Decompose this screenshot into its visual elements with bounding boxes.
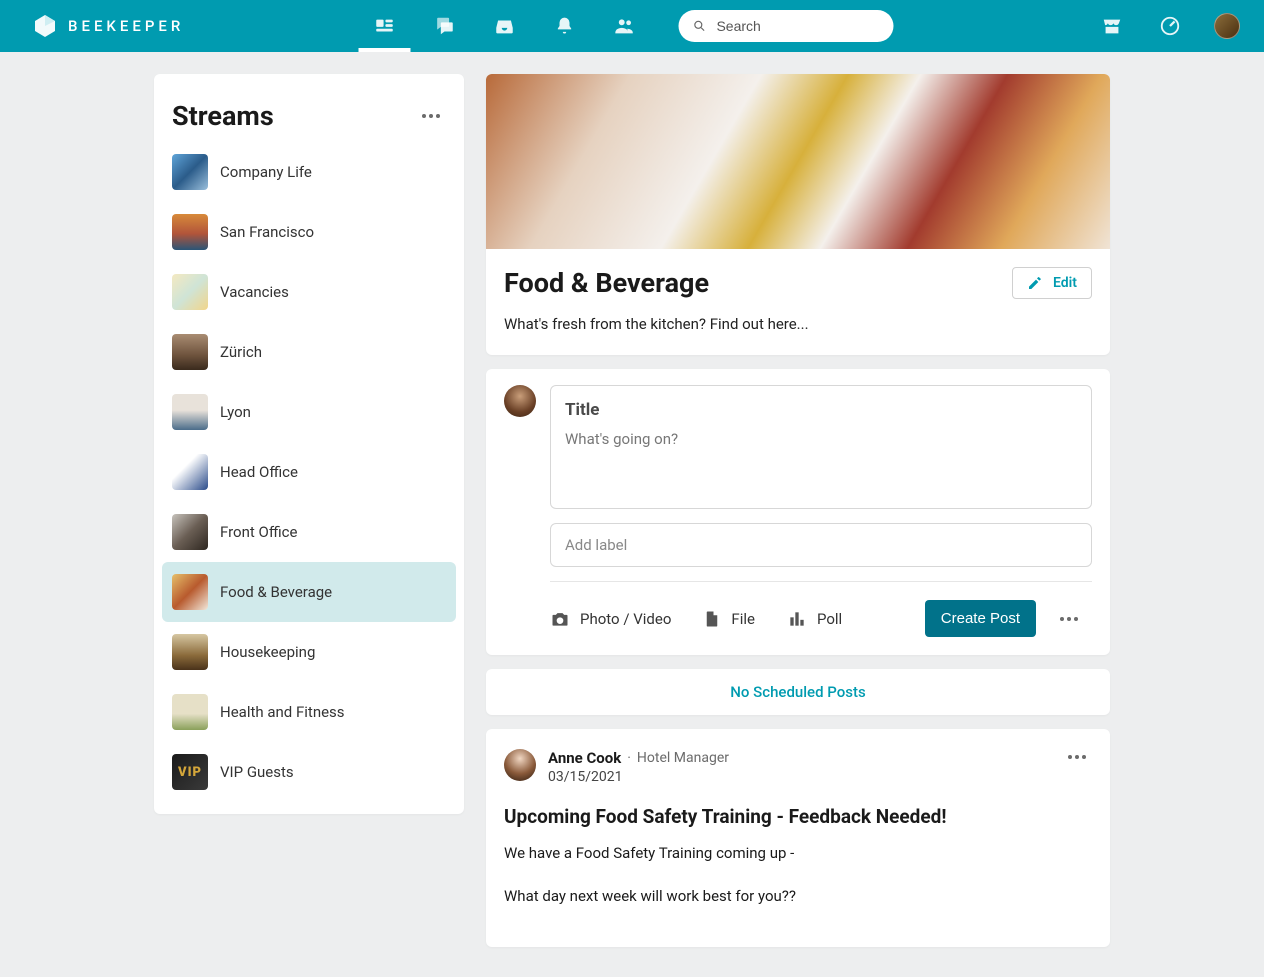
sidebar-item-housekeeping[interactable]: Housekeeping	[162, 622, 456, 682]
nav-market-icon[interactable]	[1098, 12, 1126, 40]
nav-center	[371, 10, 894, 42]
attach-photo-button[interactable]: Photo / Video	[550, 609, 671, 629]
sidebar-item-lyon[interactable]: Lyon	[162, 382, 456, 442]
top-bar: BEEKEEPER	[0, 0, 1264, 52]
logo-icon	[32, 13, 58, 39]
create-post-button[interactable]: Create Post	[925, 600, 1036, 637]
sidebar-more-button[interactable]	[416, 108, 446, 124]
stream-thumb	[172, 334, 208, 370]
add-label-input[interactable]: Add label	[550, 523, 1092, 567]
stream-thumb	[172, 634, 208, 670]
profile-avatar[interactable]	[1214, 13, 1240, 39]
stream-thumb	[172, 694, 208, 730]
attach-file-button[interactable]: File	[703, 609, 755, 629]
file-icon	[703, 609, 721, 629]
sidebar-item-company-life[interactable]: Company Life	[162, 142, 456, 202]
post-composer-card: Title What's going on? Add label Photo /…	[486, 369, 1110, 655]
nav-icons	[371, 12, 639, 40]
nav-dashboard-icon[interactable]	[1156, 12, 1184, 40]
nav-inbox-icon[interactable]	[491, 12, 519, 40]
nav-chat-icon[interactable]	[431, 12, 459, 40]
composer-avatar	[504, 385, 536, 417]
post-card: Anne Cook · Hotel Manager 03/15/2021 Upc…	[486, 729, 1110, 947]
stream-label: Company Life	[220, 163, 312, 181]
sidebar-item-vip-guests[interactable]: VIP VIP Guests	[162, 742, 456, 802]
post-more-button[interactable]	[1062, 749, 1092, 765]
stream-thumb	[172, 574, 208, 610]
stream-thumb	[172, 514, 208, 550]
attach-poll-button[interactable]: Poll	[787, 609, 842, 629]
stream-title: Food & Beverage	[504, 267, 709, 299]
camera-icon	[550, 609, 570, 629]
edit-stream-button[interactable]: Edit	[1012, 267, 1092, 299]
nav-notifications-icon[interactable]	[551, 12, 579, 40]
stream-label: VIP Guests	[220, 763, 294, 781]
pencil-icon	[1027, 275, 1043, 291]
post-date: 03/15/2021	[548, 769, 1050, 785]
app-logo[interactable]: BEEKEEPER	[32, 13, 184, 39]
sidebar-item-health-and-fitness[interactable]: Health and Fitness	[162, 682, 456, 742]
stream-header-card: Food & Beverage Edit What's fresh from t…	[486, 74, 1110, 355]
nav-streams-icon[interactable]	[371, 12, 399, 40]
stream-thumb: VIP	[172, 754, 208, 790]
search-box[interactable]	[679, 10, 894, 42]
composer-title-input[interactable]: Title	[565, 400, 1077, 420]
composer-body-input[interactable]: What's going on?	[565, 430, 1077, 448]
stream-thumb	[172, 154, 208, 190]
post-author-avatar[interactable]	[504, 749, 536, 781]
post-author-role: Hotel Manager	[637, 750, 729, 766]
stream-label: Lyon	[220, 403, 251, 421]
stream-label: San Francisco	[220, 223, 314, 241]
sidebar-item-vacancies[interactable]: Vacancies	[162, 262, 456, 322]
stream-label: Head Office	[220, 463, 298, 481]
stream-description: What's fresh from the kitchen? Find out …	[504, 315, 1092, 333]
stream-label: Health and Fitness	[220, 703, 345, 721]
sidebar-item-san-francisco[interactable]: San Francisco	[162, 202, 456, 262]
stream-label: Front Office	[220, 523, 297, 541]
nav-right	[1098, 12, 1240, 40]
sidebar-title: Streams	[172, 100, 274, 132]
stream-label: Housekeeping	[220, 643, 315, 661]
stream-list: Company Life San Francisco Vacancies Zürich…	[154, 142, 464, 802]
poll-icon	[787, 609, 807, 629]
sidebar-item-z-rich[interactable]: Zürich	[162, 322, 456, 382]
stream-thumb	[172, 274, 208, 310]
sidebar-item-head-office[interactable]: Head Office	[162, 442, 456, 502]
app-name: BEEKEEPER	[68, 17, 184, 35]
sidebar-item-food-beverage[interactable]: Food & Beverage	[162, 562, 456, 622]
stream-label: Vacancies	[220, 283, 289, 301]
stream-label: Food & Beverage	[220, 583, 332, 601]
search-input[interactable]	[716, 18, 879, 34]
stream-thumb	[172, 454, 208, 490]
post-body: We have a Food Safety Training coming up…	[504, 842, 1092, 907]
stream-thumb	[172, 394, 208, 430]
composer-textarea[interactable]: Title What's going on?	[550, 385, 1092, 509]
stream-label: Zürich	[220, 343, 262, 361]
post-author-name[interactable]: Anne Cook	[548, 749, 621, 767]
scheduled-posts-banner[interactable]: No Scheduled Posts	[486, 669, 1110, 715]
nav-people-icon[interactable]	[611, 12, 639, 40]
stream-cover-image	[486, 74, 1110, 249]
sidebar-item-front-office[interactable]: Front Office	[162, 502, 456, 562]
edit-button-label: Edit	[1053, 275, 1077, 291]
search-icon	[693, 18, 707, 34]
composer-more-button[interactable]	[1054, 611, 1084, 627]
post-title: Upcoming Food Safety Training - Feedback…	[504, 805, 1092, 828]
stream-thumb	[172, 214, 208, 250]
streams-sidebar: Streams Company Life San Francisco Vacanci…	[154, 74, 464, 814]
